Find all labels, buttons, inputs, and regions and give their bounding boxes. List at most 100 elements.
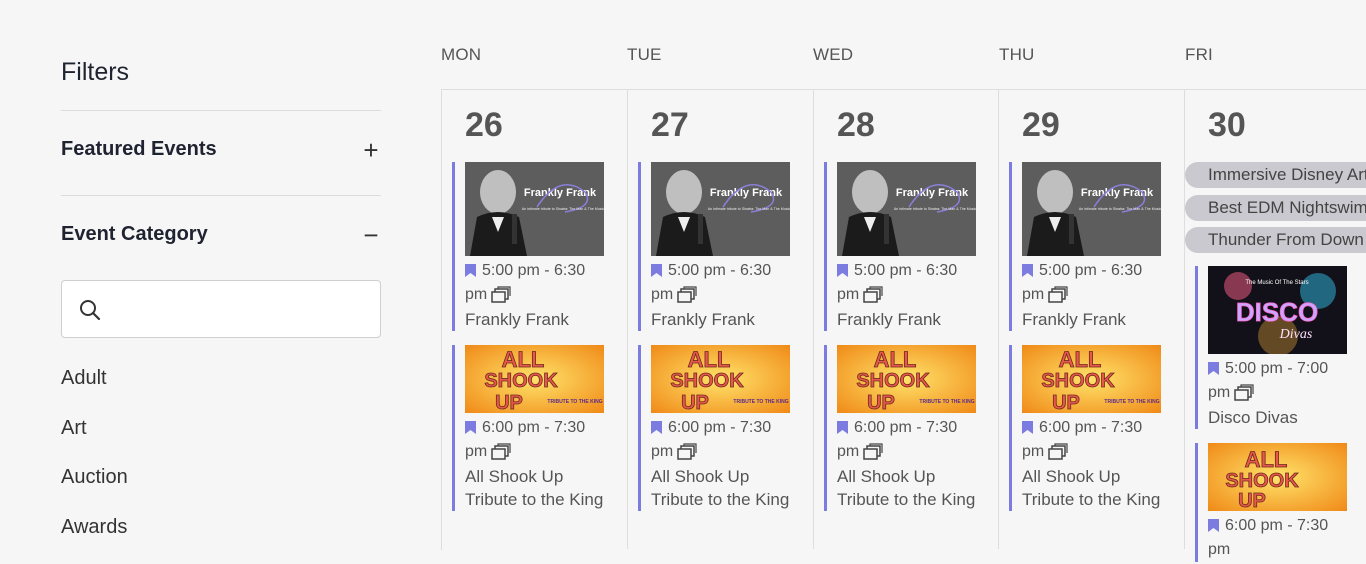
event-thumbnail[interactable]: ALLSHOOKUPTRIBUTE TO THE KING: [837, 345, 976, 413]
day-header-mon: MON: [441, 45, 481, 65]
event-category-toggle[interactable]: Event Category −: [61, 223, 381, 246]
plus-icon[interactable]: +: [361, 140, 381, 160]
event-time-row: 5:00 pm - 6:30 pm: [651, 259, 790, 307]
event-card-all-shook-up[interactable]: ALLSHOOKUP TRIBUTE TO THE KING 6:00 pm - 7…: [452, 345, 604, 511]
event-card-frankly-frank[interactable]: Frankly Frank An intimate tribute to Sina…: [638, 162, 790, 331]
event-title[interactable]: All Shook Up Tribute to the King: [837, 465, 976, 511]
divider: [61, 195, 381, 196]
event-time-row: 6:00 pm - 7:30 pm: [1022, 416, 1161, 464]
date-number: 26: [465, 106, 503, 145]
event-card-disco-divas[interactable]: The Music Of The Stars DISCO Divas 5:00 …: [1195, 266, 1347, 429]
event-thumbnail[interactable]: Frankly FrankAn intimate tribute to Sina…: [837, 162, 976, 256]
event-time: 6:00 pm - 7:30 pm: [651, 419, 771, 460]
event-title[interactable]: Disco Divas: [1208, 406, 1347, 429]
image-line-1: ALL: [502, 347, 545, 372]
event-thumbnail[interactable]: ALLSHOOKUP TRIBUTE TO THE KING: [465, 345, 604, 413]
minus-icon[interactable]: −: [361, 225, 381, 245]
event-card-frankly-frank[interactable]: Frankly FrankAn intimate tribute to Sina…: [1009, 162, 1161, 331]
event-title[interactable]: Frankly Frank: [465, 308, 604, 331]
recurring-icon: [491, 443, 511, 460]
category-list: Adult Art Auction Awards: [61, 366, 128, 564]
bookmark-icon[interactable]: [651, 421, 662, 434]
event-time-row: 6:00 pm - 7:30 pm: [1208, 514, 1347, 562]
image-subtitle-text: An intimate tribute to Sinatra: The Man …: [708, 207, 790, 211]
event-time: 5:00 pm - 6:30 pm: [651, 262, 771, 303]
featured-events-toggle[interactable]: Featured Events +: [61, 138, 381, 161]
image-subtitle-text: An intimate tribute to Sinatra: The Man …: [894, 207, 976, 211]
event-title[interactable]: All Shook Up Tribute to the King: [465, 465, 604, 511]
event-thumbnail[interactable]: Frankly FrankAn intimate tribute to Sina…: [651, 162, 790, 256]
event-time-row: 5:00 pm - 6:30 pm: [465, 259, 604, 307]
event-thumbnail[interactable]: Frankly FrankAn intimate tribute to Sina…: [1022, 162, 1161, 256]
event-thumbnail[interactable]: ALLSHOOKUPTRIBUTE TO THE KING: [1022, 345, 1161, 413]
category-item[interactable]: Adult: [61, 366, 128, 416]
event-card-all-shook-up[interactable]: ALLSHOOKUPTRIBUTE TO THE KING 6:00 pm - 7…: [1009, 345, 1161, 511]
event-title[interactable]: All Shook Up Tribute to the King: [1022, 465, 1161, 511]
event-thumbnail[interactable]: The Music Of The Stars DISCO Divas: [1208, 266, 1347, 354]
event-thumbnail[interactable]: Frankly FrankAn intimate tribute to Sina…: [465, 162, 604, 256]
bookmark-icon[interactable]: [1208, 362, 1219, 375]
event-card-all-shook-up[interactable]: ALLSHOOKUPTRIBUTE TO THE KING6:00 pm - 7…: [824, 345, 976, 511]
event-thumbnail[interactable]: ALL SHOOK UP: [1208, 443, 1347, 511]
image-tag-text: TRIBUTE TO THE KING: [547, 399, 602, 405]
all-day-event-pill[interactable]: Thunder From Down Under: [1185, 227, 1366, 253]
image-line-3: UP: [867, 392, 895, 413]
event-time: 5:00 pm - 6:30 pm: [465, 262, 585, 303]
bookmark-icon[interactable]: [465, 421, 476, 434]
image-line-3: UP: [1052, 392, 1080, 413]
event-time-row: 6:00 pm - 7:30 pm: [837, 416, 976, 464]
event-title[interactable]: Frankly Frank: [1022, 308, 1161, 331]
event-card-all-shook-up[interactable]: ALLSHOOKUPTRIBUTE TO THE KING 6:00 pm - 7…: [638, 345, 790, 511]
event-time: 6:00 pm - 7:30 pm: [837, 419, 957, 460]
recurring-icon: [1048, 286, 1068, 303]
event-time-row: 5:00 pm - 6:30 pm: [837, 259, 976, 307]
image-line-1: ALL: [688, 347, 731, 372]
bookmark-icon[interactable]: [837, 421, 848, 434]
date-number: 28: [837, 106, 875, 145]
event-thumbnail[interactable]: ALLSHOOKUPTRIBUTE TO THE KING: [651, 345, 790, 413]
category-item[interactable]: Awards: [61, 515, 128, 564]
category-item[interactable]: Art: [61, 416, 128, 466]
bookmark-icon[interactable]: [837, 264, 848, 277]
event-time-row: 6:00 pm - 7:30 pm: [465, 416, 604, 464]
bookmark-icon[interactable]: [465, 264, 476, 277]
event-card-frankly-frank[interactable]: Frankly Frank An intimate tribute to Sina…: [824, 162, 976, 331]
event-card-frankly-frank[interactable]: Frankly Frank An intimate tribute to Sina…: [452, 162, 604, 331]
date-number: 29: [1022, 106, 1060, 145]
image-script-text: Divas: [1279, 327, 1313, 342]
event-title[interactable]: Frankly Frank: [651, 308, 790, 331]
image-tag-text: TRIBUTE TO THE KING: [919, 399, 974, 405]
image-line-2: SHOOK: [1041, 370, 1115, 392]
bookmark-icon[interactable]: [1208, 519, 1219, 532]
bookmark-icon[interactable]: [651, 264, 662, 277]
image-line-3: UP: [495, 392, 523, 413]
bookmark-icon[interactable]: [1022, 421, 1033, 434]
day-header-thu: THU: [999, 45, 1035, 65]
all-day-event-pill[interactable]: Best EDM Nightswim: [1185, 195, 1366, 221]
filters-title: Filters: [61, 58, 129, 87]
category-item[interactable]: Auction: [61, 465, 128, 515]
event-title[interactable]: Frankly Frank: [837, 308, 976, 331]
category-search-input[interactable]: [118, 291, 372, 327]
recurring-icon: [491, 286, 511, 303]
image-line-1: ALL: [1245, 447, 1288, 472]
image-line-1: ALL: [1059, 347, 1102, 372]
category-search-box[interactable]: [61, 280, 381, 338]
bookmark-icon[interactable]: [1022, 264, 1033, 277]
event-title[interactable]: All Shook Up Tribute to the King: [651, 465, 790, 511]
event-time: 6:00 pm - 7:30 pm: [465, 419, 585, 460]
event-time: 6:00 pm - 7:30 pm: [1208, 517, 1328, 558]
event-time: 5:00 pm - 6:30 pm: [837, 262, 957, 303]
image-subtitle-text: An intimate tribute to Sinatra: The Man …: [522, 207, 604, 211]
image-line-1: ALL: [874, 347, 917, 372]
image-line-2: SHOOK: [484, 370, 558, 392]
recurring-icon: [1234, 384, 1254, 401]
image-line-3: UP: [681, 392, 709, 413]
all-day-event-pill[interactable]: Immersive Disney Art: [1185, 162, 1366, 188]
event-time: 5:00 pm - 6:30 pm: [1022, 262, 1142, 303]
event-card-all-shook-up[interactable]: ALL SHOOK UP 6:00 pm - 7:30 pm: [1195, 443, 1347, 562]
recurring-icon: [863, 286, 883, 303]
event-time: 6:00 pm - 7:30 pm: [1022, 419, 1142, 460]
event-category-label: Event Category: [61, 223, 208, 246]
divider: [61, 110, 381, 111]
